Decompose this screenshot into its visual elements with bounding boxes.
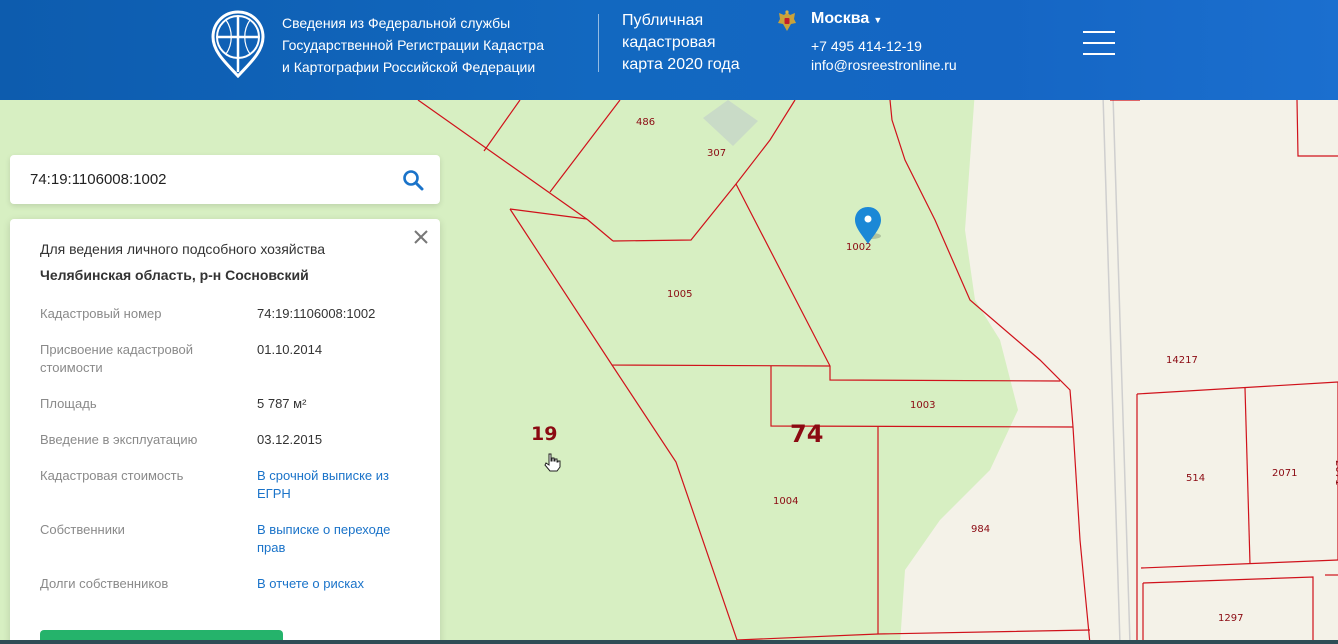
search-icon[interactable] [402,169,424,191]
bottom-bar [0,640,1338,644]
organization-name: Сведения из Федеральной службы Государст… [282,15,544,75]
egrn-extract-link[interactable]: В срочной выписке из ЕГРН [257,467,407,503]
site-header: Сведения из Федеральной службы Государст… [0,0,1338,100]
region-label: 74 [790,420,823,448]
search-box [10,155,440,204]
plot-label-984: 984 [971,524,990,535]
globe-pin-logo-icon[interactable] [211,10,265,78]
plot-label-1004: 1004 [773,496,798,507]
close-icon[interactable] [412,228,430,246]
cadastral-search-input[interactable] [30,155,390,204]
plot-label-486: 486 [636,117,655,128]
city-selector[interactable]: Москва ▼ [811,10,882,28]
plot-label-14217: 14217 [1166,355,1198,366]
header-divider [598,14,599,72]
plot-label-1297: 1297 [1218,613,1243,624]
plot-label-307: 307 [707,148,726,159]
ownership-transfer-link[interactable]: В выписке о переходе прав [257,521,407,557]
plot-label-1005: 1005 [667,289,692,300]
chevron-down-icon: ▼ [873,15,883,25]
land-purpose: Для ведения личного подсобного хозяйства [40,241,326,257]
plot-label-2071-edge: 2071 [1333,460,1338,485]
parcel-region: Челябинская область, р-н Сосновский [40,267,309,283]
quarter-label: 19 [531,423,557,445]
plot-label-2071: 2071 [1272,468,1297,479]
menu-burger-icon[interactable] [1083,31,1115,57]
email-link[interactable]: info@rosreestronline.ru [811,57,957,73]
coat-of-arms-icon [778,10,796,31]
hand-cursor-icon [544,453,561,472]
plot-label-514: 514 [1186,473,1205,484]
parcel-info-panel: Для ведения личного подсобного хозяйства… [10,219,440,644]
phone-link[interactable]: +7 495 414-12-19 [811,38,922,54]
map-title: Публичная кадастровая карта 2020 года [622,12,740,73]
plot-label-1002: 1002 [846,242,871,253]
plot-label-1003: 1003 [910,400,935,411]
risk-report-link[interactable]: В отчете о рисках [257,575,417,593]
